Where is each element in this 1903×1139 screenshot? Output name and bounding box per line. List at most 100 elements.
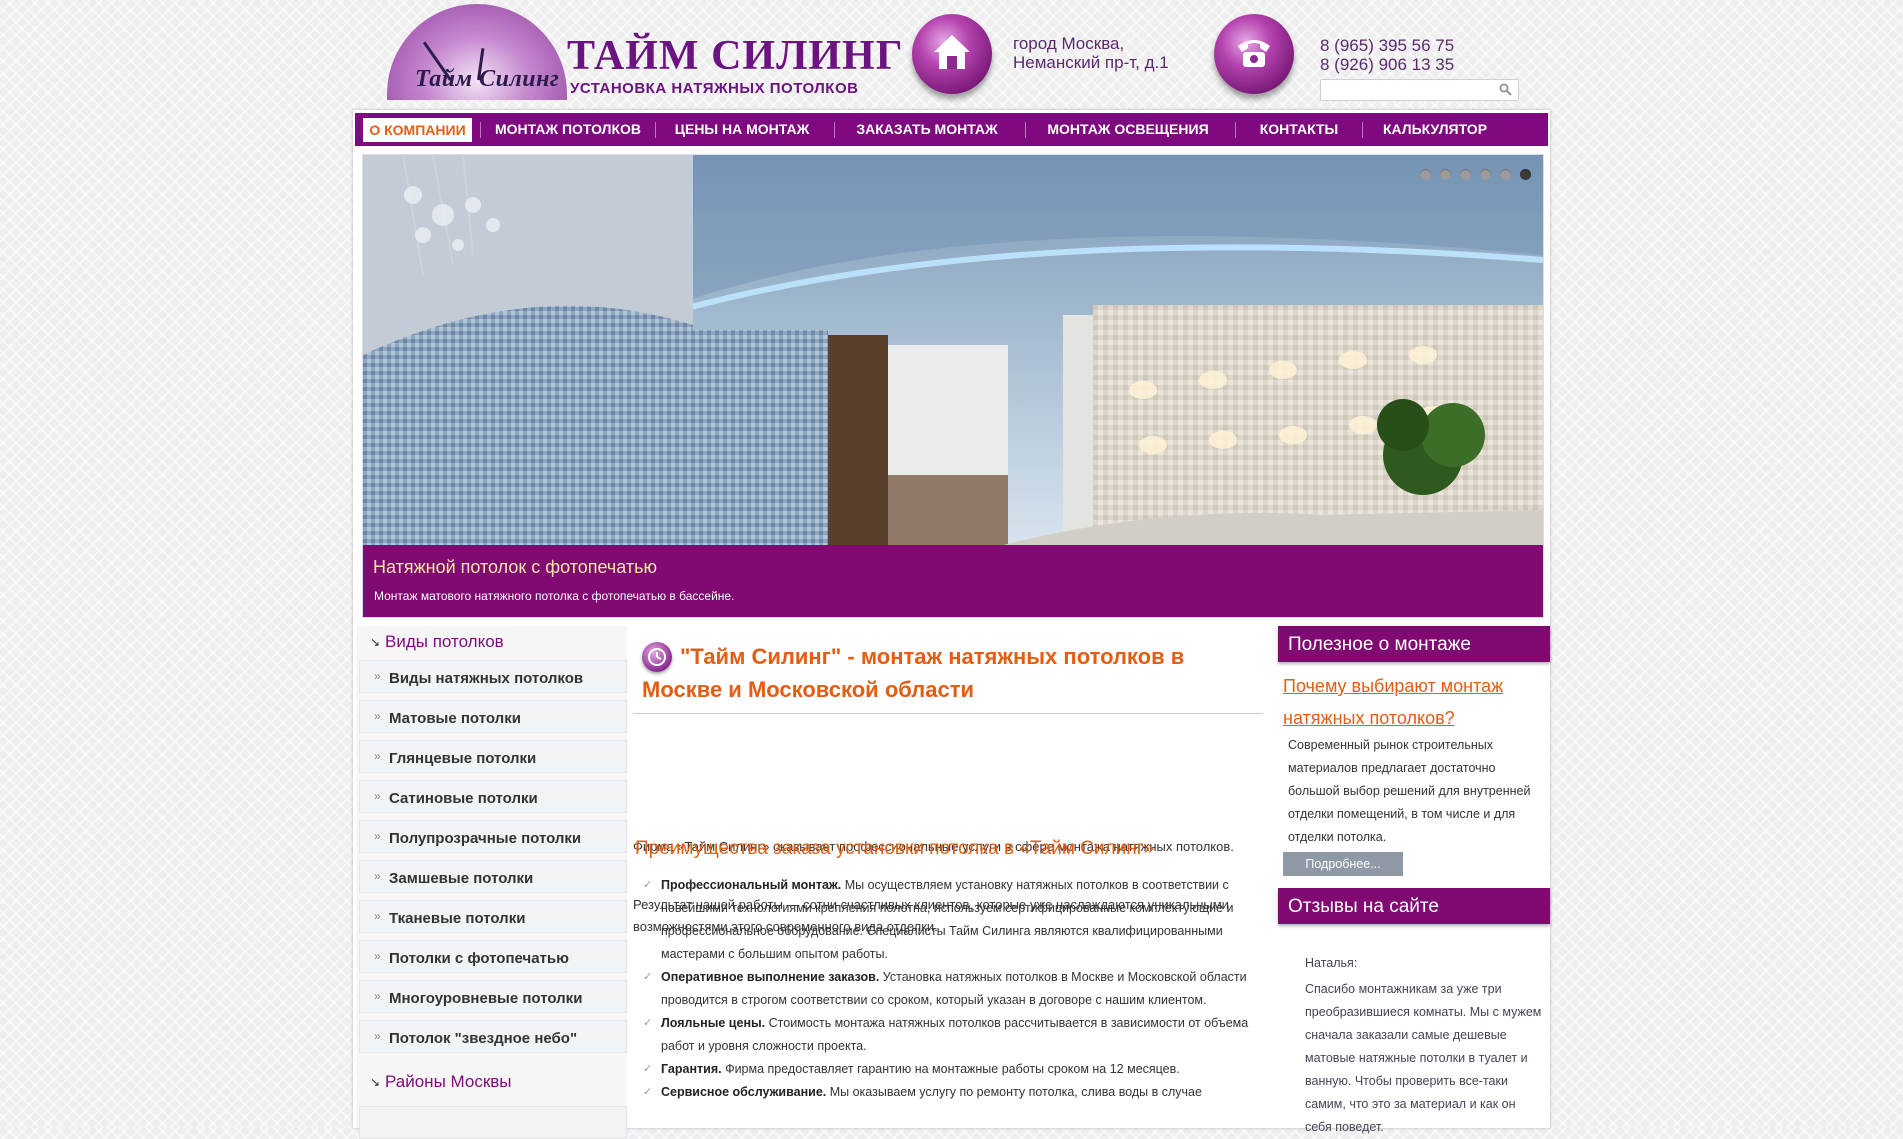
- arrow-down-right-icon: ↘: [370, 635, 381, 649]
- benefit-title: Лояльные цены.: [661, 1016, 766, 1030]
- slider-dot[interactable]: [1480, 169, 1491, 180]
- nav-item-calculator[interactable]: КАЛЬКУЛЯТОР: [1370, 113, 1500, 146]
- sidebar-item-label: Матовые потолки: [389, 710, 521, 727]
- sidebar-item-label: Полупрозрачные потолки: [389, 830, 582, 847]
- raquo-icon: »: [374, 829, 381, 843]
- sidebar-item[interactable]: » Потолок "звездное небо": [359, 1020, 627, 1053]
- more-button[interactable]: Подробнее...: [1283, 852, 1403, 876]
- slider-dot-active[interactable]: [1520, 169, 1531, 180]
- raquo-icon: »: [374, 949, 381, 963]
- benefit-text: Фирма предоставляет гарантию на монтажны…: [721, 1062, 1180, 1076]
- reviews-heading-text: Отзывы на сайте: [1288, 896, 1439, 917]
- slide-caption-title: Натяжной потолок с фотопечатью: [373, 557, 658, 577]
- article-header: "Тайм Силинг" - монтаж натяжных потолков…: [633, 636, 1273, 714]
- article-link[interactable]: Почему выбирают монтаж натяжных потолков…: [1283, 670, 1545, 734]
- sidebar-heading-text: Виды потолков: [385, 632, 504, 651]
- benefit-item: ✓ Оперативное выполнение заказов. Устано…: [643, 966, 1271, 1012]
- page-container: О КОМПАНИИ МОНТАЖ ПОТОЛКОВ ЦЕНЫ НА МОНТА…: [353, 110, 1550, 1139]
- sidebar-item-label: Многоуровневые потолки: [389, 990, 583, 1007]
- search-icon[interactable]: [1499, 83, 1512, 101]
- check-icon: ✓: [643, 879, 653, 891]
- sidebar-item[interactable]: » Потолки с фотопечатью: [359, 940, 627, 973]
- check-icon: ✓: [643, 1063, 653, 1075]
- sidebar-item[interactable]: [359, 1106, 627, 1139]
- sidebar-item[interactable]: » Полупрозрачные потолки: [359, 820, 627, 853]
- review-text: Спасибо монтажникам за уже три преобрази…: [1305, 982, 1542, 1134]
- brand-subtitle: УСТАНОВКА НАТЯЖНЫХ ПОТОЛКОВ: [570, 80, 859, 97]
- raquo-icon: »: [374, 989, 381, 1003]
- raquo-icon: »: [374, 749, 381, 763]
- nav-item-order[interactable]: ЗАКАЗАТЬ МОНТАЖ: [842, 113, 1012, 146]
- slide-image[interactable]: [363, 155, 1543, 545]
- sidebar-item[interactable]: » Виды натяжных потолков: [359, 660, 627, 693]
- raquo-icon: »: [374, 669, 381, 683]
- address-line2: Неманский пр-т, д.1: [1013, 53, 1169, 72]
- sidebar: ↘ Виды потолков » Виды натяжных потолков …: [356, 626, 627, 1139]
- site-header: Тайм Силинг ТАЙМ СИЛИНГ УСТАНОВКА НАТЯЖН…: [0, 0, 1903, 110]
- sidebar-item[interactable]: » Сатиновые потолки: [359, 780, 627, 813]
- phone-number-2[interactable]: 8 (926) 906 13 35: [1320, 55, 1454, 74]
- benefits-list: ✓ Профессиональный монтаж. Мы осуществля…: [643, 874, 1271, 1104]
- raquo-icon: »: [374, 1029, 381, 1043]
- nav-item-lighting[interactable]: МОНТАЖ ОСВЕЩЕНИЯ: [1033, 113, 1223, 146]
- useful-heading-text: Полезное о монтаже: [1288, 634, 1471, 655]
- sidebar-heading-districts: ↘ Районы Москвы: [356, 1066, 627, 1096]
- sidebar-item[interactable]: » Матовые потолки: [359, 700, 627, 733]
- sidebar-heading-text: Районы Москвы: [385, 1072, 512, 1091]
- benefit-title: Сервисное обслуживание.: [661, 1085, 827, 1099]
- title-divider: [633, 713, 1263, 714]
- brand-title: ТАЙМ СИЛИНГ: [567, 33, 904, 79]
- review-author: Наталья:: [1305, 956, 1358, 970]
- sidebar-item[interactable]: » Тканевые потолки: [359, 900, 627, 933]
- slider-dot[interactable]: [1420, 169, 1431, 180]
- benefit-title: Оперативное выполнение заказов.: [661, 970, 880, 984]
- phone-number-1[interactable]: 8 (965) 395 56 75: [1320, 36, 1454, 55]
- arrow-down-right-icon: ↘: [370, 1075, 381, 1089]
- page-title: "Тайм Силинг" - монтаж натяжных потолков…: [642, 644, 1185, 702]
- phone-icon[interactable]: [1214, 14, 1294, 94]
- address-line1: город Москва,: [1013, 34, 1125, 53]
- sidebar-item-label: Виды натяжных потолков: [389, 670, 584, 687]
- logo-dome: Тайм Силинг: [387, 4, 567, 100]
- benefit-title: Гарантия.: [661, 1062, 722, 1076]
- logo[interactable]: Тайм Силинг: [387, 4, 567, 100]
- raquo-icon: »: [374, 709, 381, 723]
- nav-separator: [1235, 122, 1236, 138]
- address: город Москва, Неманский пр-т, д.1: [1013, 34, 1169, 72]
- nav-separator: [1362, 122, 1363, 138]
- raquo-icon: »: [374, 909, 381, 923]
- search-box: [1320, 79, 1519, 101]
- nav-item-about[interactable]: О КОМПАНИИ: [363, 118, 472, 142]
- nav-item-prices[interactable]: ЦЕНЫ НА МОНТАЖ: [662, 113, 822, 146]
- check-icon: ✓: [643, 971, 653, 983]
- sidebar-item[interactable]: » Глянцевые потолки: [359, 740, 627, 773]
- logo-text: Тайм Силинг: [415, 66, 560, 92]
- image-slider: Натяжной потолок с фотопечатью Монтаж ма…: [362, 154, 1544, 618]
- raquo-icon: »: [374, 869, 381, 883]
- reviews-heading: Отзывы на сайте: [1278, 888, 1550, 924]
- sidebar-item[interactable]: » Многоуровневые потолки: [359, 980, 627, 1013]
- phone-numbers: 8 (965) 395 56 75 8 (926) 906 13 35: [1320, 36, 1454, 74]
- nav-item-ceiling-install[interactable]: МОНТАЖ ПОТОЛКОВ: [488, 113, 648, 146]
- slider-dot[interactable]: [1440, 169, 1451, 180]
- benefit-item: ✓ Лояльные цены. Стоимость монтажа натяж…: [643, 1012, 1271, 1058]
- nav-item-contacts[interactable]: КОНТАКТЫ: [1243, 113, 1355, 146]
- sidebar-item-label: Потолок "звездное небо": [389, 1030, 578, 1047]
- check-icon: ✓: [643, 1086, 653, 1098]
- home-icon[interactable]: [912, 14, 992, 94]
- sidebar-item-label: Замшевые потолки: [389, 870, 534, 887]
- slider-dot[interactable]: [1460, 169, 1471, 180]
- slider-dot[interactable]: [1500, 169, 1511, 180]
- benefits-heading: Преимущества заказа установки потолка в …: [635, 838, 1155, 859]
- sidebar-item[interactable]: » Замшевые потолки: [359, 860, 627, 893]
- benefit-item: ✓ Гарантия. Фирма предоставляет гарантию…: [643, 1058, 1271, 1081]
- sidebar-heading: ↘ Виды потолков: [356, 626, 627, 656]
- slide-caption-text: Монтаж матового натяжного потолка с фото…: [374, 589, 735, 603]
- benefit-text: Мы оказываем услугу по ремонту потолка, …: [826, 1085, 1202, 1099]
- slide-caption: Натяжной потолок с фотопечатью Монтаж ма…: [363, 545, 1543, 617]
- nav-separator: [834, 122, 835, 138]
- search-input[interactable]: [1321, 80, 1499, 98]
- nav-separator: [480, 122, 481, 138]
- right-sidebar: Полезное о монтаже Почему выбирают монта…: [1278, 626, 1550, 1134]
- main-nav: О КОМПАНИИ МОНТАЖ ПОТОЛКОВ ЦЕНЫ НА МОНТА…: [355, 113, 1548, 146]
